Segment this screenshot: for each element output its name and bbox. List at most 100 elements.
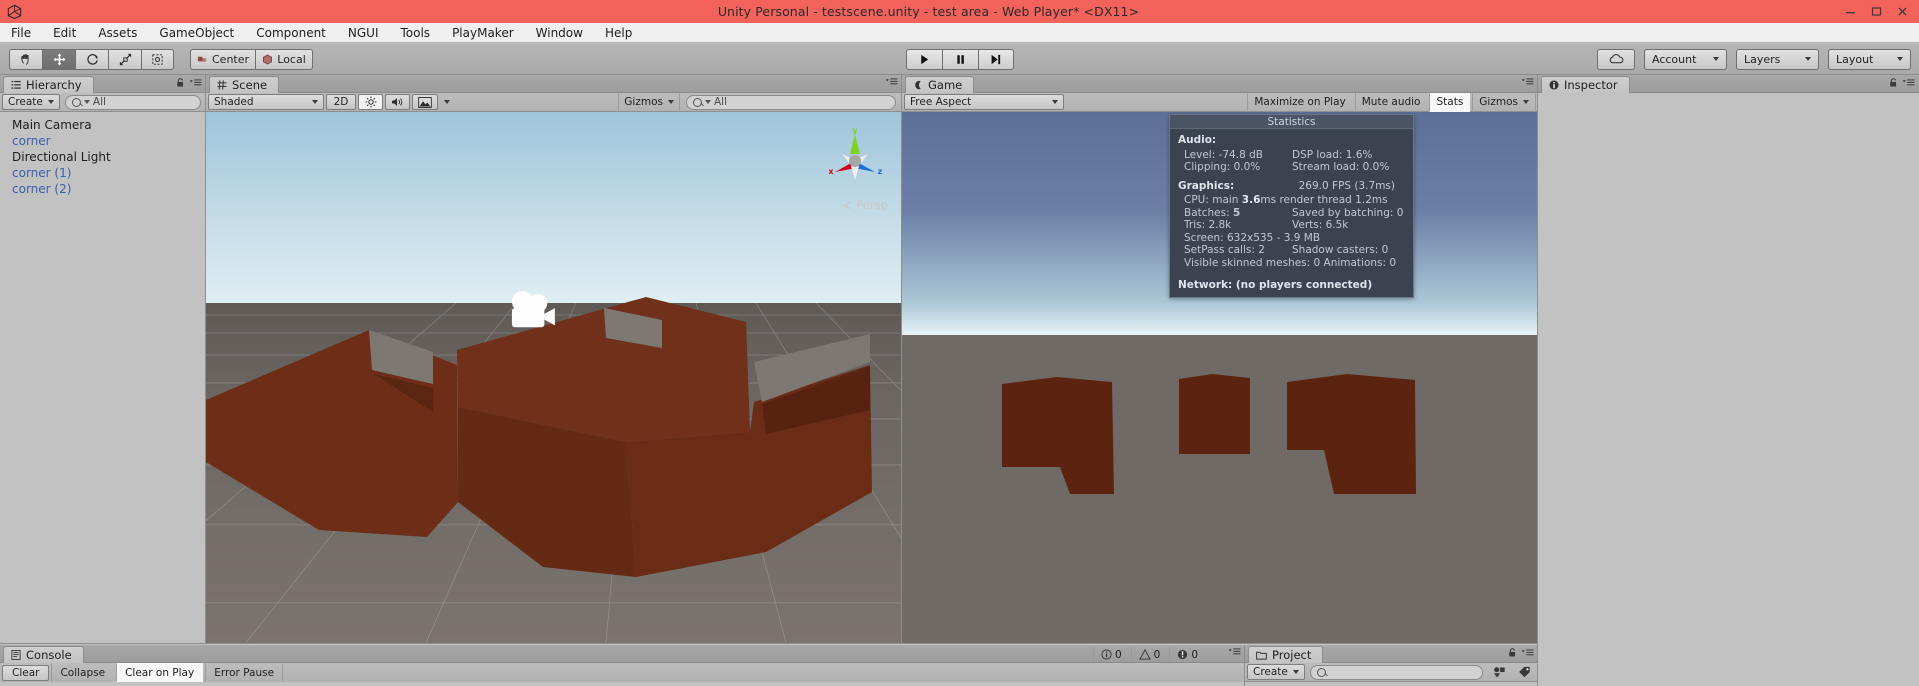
splitter-bottom[interactable] [0,643,1537,644]
hand-tool-button[interactable] [9,48,42,70]
scale-tool-button[interactable] [108,48,141,70]
scene-viewport[interactable]: y x z Persp [206,112,902,643]
project-filter-by-label-button[interactable] [1513,664,1536,680]
game-maximize-on-play-toggle[interactable]: Maximize on Play [1247,92,1352,112]
chevron-down-icon [1713,57,1719,61]
space-toggle-button[interactable]: Local [255,48,314,70]
hierarchy-item-corner-2[interactable]: corner (2) [0,181,206,197]
panel-menu-icon[interactable] [1521,77,1534,86]
game-viewport[interactable]: Statistics Audio: Level: -74.8 dB DSP lo… [902,112,1538,643]
scene-audio-toggle[interactable] [385,94,410,110]
pivot-toggle-button[interactable]: Center [190,48,256,70]
hierarchy-item-directional-light[interactable]: Directional Light [0,149,206,165]
tab-scene[interactable]: Scene [209,76,280,93]
search-icon [71,97,81,107]
splitter-console-project[interactable] [1244,645,1245,686]
project-filter-by-type-button[interactable] [1488,664,1511,680]
menu-assets[interactable]: Assets [87,23,148,43]
rotate-tool-button[interactable] [75,48,108,70]
menu-edit[interactable]: Edit [42,23,87,43]
scene-projection-label[interactable]: Persp [843,198,888,212]
scene-gizmos-dropdown[interactable]: Gizmos [618,92,680,112]
tab-console[interactable]: Console [3,646,84,663]
scene-2d-toggle[interactable]: 2D [326,94,356,110]
hierarchy-item-corner-1[interactable]: corner (1) [0,165,206,181]
game-aspect-dropdown[interactable]: Free Aspect [904,94,1064,110]
tab-game[interactable]: Game [905,76,975,93]
panel-menu-icon[interactable] [1902,78,1915,87]
scene-effects-toggle[interactable] [412,94,438,110]
game-mute-label: Mute audio [1361,96,1421,108]
project-search-input[interactable] [1309,664,1483,680]
game-stats-toggle[interactable]: Stats [1429,92,1471,112]
scene-lighting-toggle[interactable] [358,94,383,110]
layers-dropdown[interactable]: Layers [1736,48,1819,70]
rect-tool-button[interactable] [141,48,174,70]
console-collapse-toggle[interactable]: Collapse [51,663,114,682]
splitter-game-inspector[interactable] [1537,75,1538,686]
image-effects-icon [418,96,432,108]
minimize-icon[interactable] [1837,2,1863,21]
layout-dropdown[interactable]: Layout [1828,48,1911,70]
lock-icon[interactable] [1508,647,1517,658]
chevron-down-icon [1052,100,1058,104]
maximize-icon[interactable] [1863,2,1889,21]
scene-search-input[interactable]: All [686,94,896,110]
console-error-pause-toggle[interactable]: Error Pause [205,663,284,682]
scene-effects-dropdown[interactable] [440,94,454,110]
search-icon [693,97,702,107]
panel-menu-icon[interactable] [1228,647,1241,656]
scene-orientation-gizmo[interactable]: y x z [822,124,888,190]
close-icon[interactable] [1889,2,1915,21]
console-warning-count[interactable]: 0 [1130,647,1168,662]
account-dropdown[interactable]: Account [1644,48,1727,70]
game-gizmos-dropdown[interactable]: Gizmos [1472,92,1536,112]
speaker-icon [391,98,403,106]
splitter-hierarchy-scene[interactable] [205,75,206,643]
window-title: Unity Personal - testscene.unity - test … [717,4,1140,19]
step-button[interactable] [977,48,1014,70]
chevron-down-icon [444,100,450,104]
statistics-dsp-load: DSP load: 1.6% [1292,148,1373,161]
console-clear-on-play-toggle[interactable]: Clear on Play [116,663,204,682]
panel-menu-icon[interactable] [1521,648,1534,657]
pivot-label: Center [212,52,250,66]
statistics-batches: Batches: 5 [1184,206,1292,219]
menu-help[interactable]: Help [594,23,643,43]
menu-window[interactable]: Window [525,23,594,43]
menu-file[interactable]: File [0,23,42,43]
statistics-batches-prefix: Batches: [1184,206,1233,219]
move-tool-button[interactable] [42,48,75,70]
splitter-scene-game[interactable] [901,75,902,643]
menu-component[interactable]: Component [245,23,337,43]
panel-menu-icon[interactable] [885,77,898,86]
tab-inspector[interactable]: Inspector [1541,76,1630,93]
tab-project[interactable]: Project [1248,646,1324,663]
camera-gizmo-icon[interactable] [504,290,558,335]
menu-tools[interactable]: Tools [390,23,442,43]
toolbar-right-group: Account Layers Layout [1597,48,1911,70]
lock-icon[interactable] [1889,77,1898,88]
scene-draw-mode-dropdown[interactable]: Shaded [208,94,324,110]
statistics-tris-row: Tris: 2.8k Verts: 6.5k [1170,220,1413,233]
pause-button[interactable] [941,48,978,70]
hierarchy-create-button[interactable]: Create [2,94,60,110]
console-error-count[interactable]: 0 [1169,647,1205,662]
hierarchy-search-input[interactable]: All [64,94,201,110]
console-clear-button[interactable]: Clear [2,664,50,681]
menu-playmaker[interactable]: PlayMaker [441,23,525,43]
hierarchy-item-corner[interactable]: corner [0,133,206,149]
panel-menu-icon[interactable] [189,78,202,87]
lock-icon[interactable] [176,77,185,88]
menu-ngui[interactable]: NGUI [337,23,390,43]
game-mute-audio-toggle[interactable]: Mute audio [1354,92,1428,112]
menu-gameobject[interactable]: GameObject [148,23,245,43]
tab-hierarchy[interactable]: Hierarchy [3,76,94,93]
cloud-services-button[interactable] [1597,48,1635,70]
project-create-button[interactable]: Create [1247,664,1305,680]
console-info-count-value: 0 [1114,648,1122,661]
hierarchy-item-main-camera[interactable]: Main Camera [0,117,206,133]
hierarchy-panel: Hierarchy Create All Main Camera corner … [0,75,206,561]
play-button[interactable] [905,48,942,70]
console-info-count[interactable]: 0 [1092,647,1129,662]
